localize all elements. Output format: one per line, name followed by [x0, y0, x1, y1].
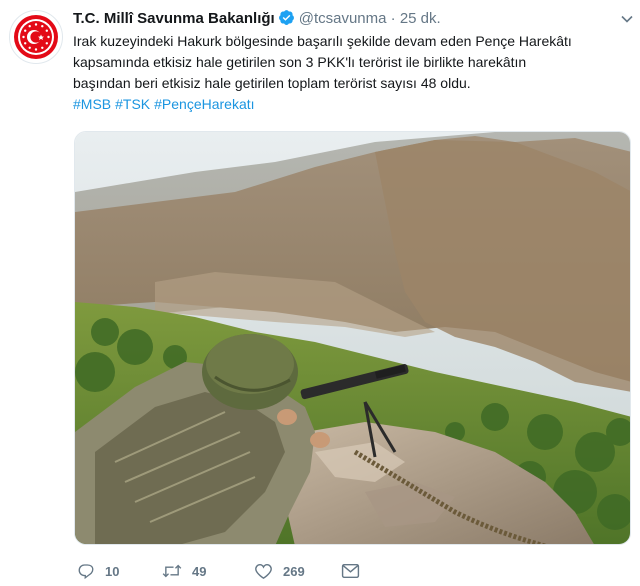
tweet-text-line: başından beri etkisiz hale getirilen top… — [73, 75, 471, 91]
like-icon — [255, 563, 272, 579]
tweet-text: Irak kuzeyindeki Hakurk bölgesinde başar… — [73, 31, 628, 115]
hashtag-link[interactable]: #TSK — [115, 96, 150, 112]
tweet-text-line: kapsamında etkisiz hale getirilen son 3 … — [73, 54, 527, 70]
tweet-actions: 10 49 269 — [73, 560, 593, 582]
separator: · — [390, 10, 396, 27]
tweet-photo[interactable] — [74, 131, 631, 545]
chevron-down-icon[interactable] — [621, 9, 633, 29]
direct-message-icon — [341, 563, 360, 579]
verified-badge-icon — [278, 9, 295, 32]
retweet-icon — [162, 564, 182, 578]
retweet-button[interactable]: 49 — [162, 560, 206, 582]
reply-button[interactable]: 10 — [77, 560, 119, 582]
tweet-text-line: Irak kuzeyindeki Hakurk bölgesinde başar… — [73, 33, 572, 49]
hashtags: #MSB #TSK #PençeHarekatı — [73, 94, 628, 115]
hashtag-link[interactable]: #MSB — [73, 96, 111, 112]
tweet-header: T.C. Millî Savunma Bakanlığı @tcsavunma ·… — [73, 9, 633, 29]
reply-count: 10 — [105, 563, 120, 579]
reply-icon — [78, 564, 94, 580]
retweet-count: 49 — [192, 563, 207, 579]
handle[interactable]: @tcsavunma — [299, 10, 387, 27]
timestamp[interactable]: 25 dk. — [400, 10, 441, 27]
soldier-mountain-photo — [75, 132, 630, 544]
avatar[interactable] — [9, 10, 63, 64]
like-button[interactable]: 269 — [254, 560, 305, 582]
hashtag-link[interactable]: #PençeHarekatı — [154, 96, 254, 112]
direct-message-button[interactable] — [341, 560, 360, 582]
ministry-emblem-icon — [14, 15, 58, 59]
display-name[interactable]: T.C. Millî Savunma Bakanlığı — [73, 10, 275, 27]
like-count: 269 — [283, 563, 305, 579]
tweet: T.C. Millî Savunma Bakanlığı @tcsavunma ·… — [0, 0, 640, 586]
